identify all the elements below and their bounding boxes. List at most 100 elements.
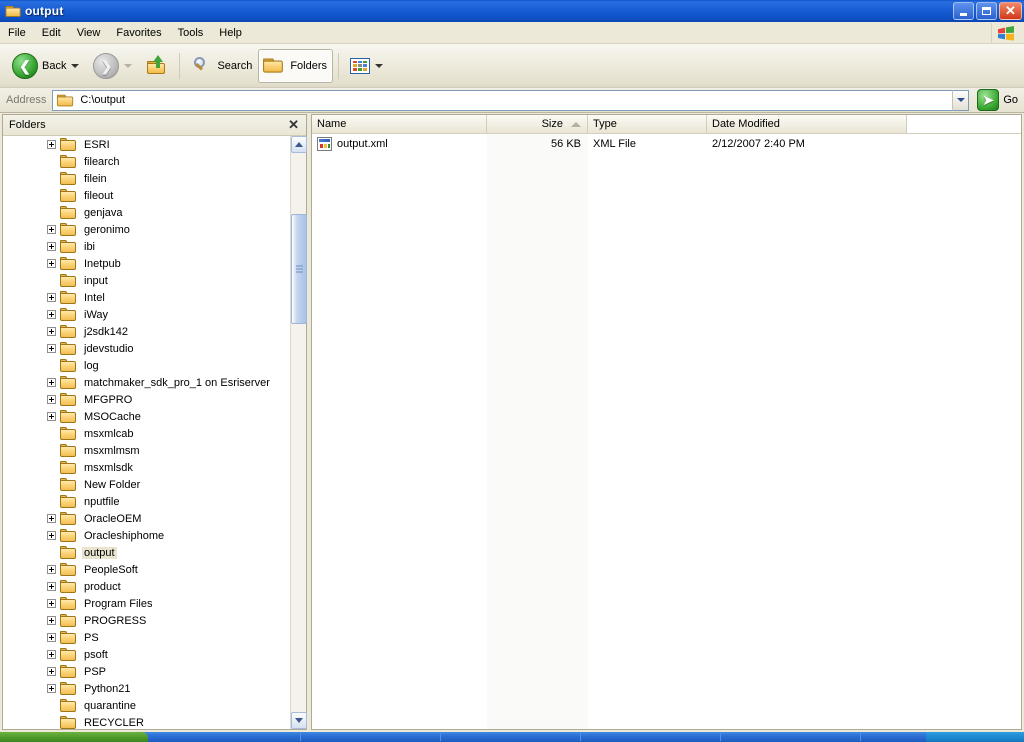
views-button[interactable] [344, 49, 391, 83]
expand-plus-icon[interactable] [47, 684, 56, 693]
views-icon [350, 57, 371, 74]
up-button[interactable] [140, 49, 174, 83]
tree-item-mfgpro[interactable]: MFGPRO [3, 391, 290, 408]
menu-item-edit[interactable]: Edit [34, 25, 69, 41]
expand-plus-icon[interactable] [47, 225, 56, 234]
folder-icon [60, 256, 77, 271]
taskbar[interactable] [0, 732, 1024, 742]
expand-plus-icon[interactable] [47, 531, 56, 540]
tree-item-log[interactable]: log [3, 357, 290, 374]
folders-icon [263, 57, 284, 74]
scrollbar-thumb[interactable] [291, 214, 307, 324]
column-header-name[interactable]: Name [312, 115, 487, 133]
back-button[interactable]: ❮ Back [6, 49, 87, 83]
tree-item-psoft[interactable]: psoft [3, 646, 290, 663]
column-header-label: Type [593, 118, 617, 130]
file-row[interactable]: output.xml 56 KB XML File 2/12/2007 2:40 PM [312, 134, 1021, 153]
expand-plus-icon[interactable] [47, 395, 56, 404]
address-dropdown-button[interactable] [952, 89, 970, 111]
back-dropdown-icon[interactable] [71, 63, 80, 68]
menu-item-file[interactable]: File [0, 25, 34, 41]
folders-pane-close-icon[interactable]: ✕ [288, 118, 306, 131]
tree-item-output[interactable]: output [3, 544, 290, 561]
tree-item-matchmaker-sdk-pro-1-on-esriserver[interactable]: matchmaker_sdk_pro_1 on Esriserver [3, 374, 290, 391]
tree-item-peoplesoft[interactable]: PeopleSoft [3, 561, 290, 578]
column-header-date-modified[interactable]: Date Modified [707, 115, 907, 133]
tree-item-nputfile[interactable]: nputfile [3, 493, 290, 510]
expand-plus-icon[interactable] [47, 412, 56, 421]
search-button[interactable]: Search [185, 49, 258, 83]
forward-button[interactable]: ❯ [87, 49, 140, 83]
folder-tree[interactable]: ESRI filearch filein fileout genjava geronimo… [3, 136, 306, 729]
column-header-type[interactable]: Type [588, 115, 707, 133]
expand-plus-icon[interactable] [47, 242, 56, 251]
tree-item-input[interactable]: input [3, 272, 290, 289]
tree-item-msxmlsdk[interactable]: msxmlsdk [3, 459, 290, 476]
scroll-down-button[interactable] [291, 712, 307, 729]
tree-item-iway[interactable]: iWay [3, 306, 290, 323]
maximize-button[interactable] [976, 2, 997, 20]
tree-item-genjava[interactable]: genjava [3, 204, 290, 221]
tree-item-ps[interactable]: PS [3, 629, 290, 646]
tree-item-python21[interactable]: Python21 [3, 680, 290, 697]
expand-plus-icon[interactable] [47, 344, 56, 353]
tree-item-esri[interactable]: ESRI [3, 136, 290, 153]
forward-dropdown-icon[interactable] [124, 63, 133, 68]
tree-item-jdevstudio[interactable]: jdevstudio [3, 340, 290, 357]
go-button[interactable]: ➤ Go [969, 89, 1024, 111]
folder-tree-scrollbar[interactable] [290, 136, 307, 729]
expand-plus-icon[interactable] [47, 378, 56, 387]
tree-item-fileout[interactable]: fileout [3, 187, 290, 204]
tree-item-filein[interactable]: filein [3, 170, 290, 187]
expand-plus-icon[interactable] [47, 582, 56, 591]
tree-item-new-folder[interactable]: New Folder [3, 476, 290, 493]
tree-item-program-files[interactable]: Program Files [3, 595, 290, 612]
expand-plus-icon[interactable] [47, 633, 56, 642]
tree-item-quarantine[interactable]: quarantine [3, 697, 290, 714]
folders-button[interactable]: Folders [258, 48, 334, 83]
tree-item-progress[interactable]: PROGRESS [3, 612, 290, 629]
tree-item-msocache[interactable]: MSOCache [3, 408, 290, 425]
minimize-button[interactable] [953, 2, 974, 20]
menu-item-tools[interactable]: Tools [170, 25, 212, 41]
start-button[interactable] [0, 732, 148, 742]
system-tray[interactable] [926, 732, 1024, 742]
expand-plus-icon[interactable] [47, 565, 56, 574]
tree-item-j2sdk142[interactable]: j2sdk142 [3, 323, 290, 340]
expand-plus-icon[interactable] [47, 259, 56, 268]
expand-plus-icon[interactable] [47, 667, 56, 676]
tree-item-oracleshiphome[interactable]: Oracleshiphome [3, 527, 290, 544]
tree-item-inetpub[interactable]: Inetpub [3, 255, 290, 272]
tree-item-label: log [84, 359, 99, 372]
expand-plus-icon[interactable] [47, 514, 56, 523]
tree-item-msxmlcab[interactable]: msxmlcab [3, 425, 290, 442]
menu-item-help[interactable]: Help [211, 25, 250, 41]
address-input[interactable]: C:\output [52, 89, 953, 111]
scroll-up-button[interactable] [291, 136, 307, 153]
expand-plus-icon[interactable] [47, 293, 56, 302]
menu-item-favorites[interactable]: Favorites [108, 25, 169, 41]
expand-plus-icon[interactable] [47, 650, 56, 659]
tree-item-msxmlmsm[interactable]: msxmlmsm [3, 442, 290, 459]
column-header-size[interactable]: Size [487, 115, 588, 133]
tree-item-intel[interactable]: Intel [3, 289, 290, 306]
expand-plus-icon[interactable] [47, 140, 56, 149]
tree-item-oracleoem[interactable]: OracleOEM [3, 510, 290, 527]
tree-item-recycler[interactable]: RECYCLER [3, 714, 290, 729]
menu-item-view[interactable]: View [69, 25, 109, 41]
folder-icon [60, 528, 77, 543]
tree-item-filearch[interactable]: filearch [3, 153, 290, 170]
tree-item-geronimo[interactable]: geronimo [3, 221, 290, 238]
tree-item-psp[interactable]: PSP [3, 663, 290, 680]
close-button[interactable]: ✕ [999, 2, 1022, 20]
tree-item-product[interactable]: product [3, 578, 290, 595]
tree-item-ibi[interactable]: ibi [3, 238, 290, 255]
expand-plus-icon[interactable] [47, 616, 56, 625]
views-dropdown-icon[interactable] [375, 63, 384, 68]
expand-plus-icon[interactable] [47, 327, 56, 336]
expand-plus-icon[interactable] [47, 599, 56, 608]
expand-plus-icon[interactable] [47, 310, 56, 319]
